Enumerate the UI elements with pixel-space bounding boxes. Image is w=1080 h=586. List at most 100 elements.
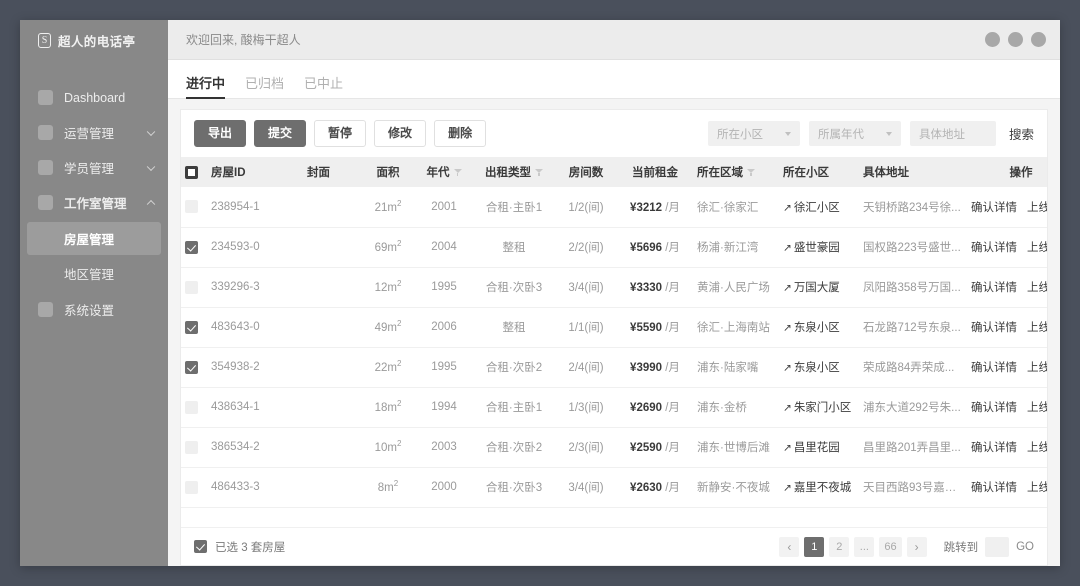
col-region[interactable]: 所在区域 bbox=[693, 157, 779, 187]
era-select-value: 所属年代 bbox=[817, 128, 864, 141]
sidebar-item-label: 工作室管理 bbox=[64, 197, 127, 211]
cell-current-rent: ¥3212 /月 bbox=[617, 187, 693, 228]
confirm-details-link: 确认详情 bbox=[971, 482, 1017, 494]
cell-area: 12m2 bbox=[361, 267, 415, 308]
submit-button[interactable]: 提交 bbox=[254, 120, 307, 147]
table-row[interactable]: 386534-2 10m2 2003 合租·次卧2 2/3(间) ¥2590 /月 浦东·世… bbox=[181, 427, 1047, 468]
cell-room-count: 2/4(间) bbox=[555, 347, 617, 388]
row-checkbox[interactable] bbox=[185, 200, 198, 214]
sidebar-item-studio[interactable]: 工作室管理 bbox=[20, 185, 168, 220]
row-checkbox[interactable] bbox=[185, 280, 198, 294]
row-checkbox[interactable] bbox=[185, 480, 198, 494]
search-button[interactable]: 搜索 bbox=[1009, 124, 1034, 143]
sidebar-item-operations[interactable]: 运营管理 bbox=[20, 115, 168, 150]
community-select[interactable]: 所在小区 bbox=[707, 121, 800, 146]
square-icon bbox=[38, 302, 53, 317]
prev-page-button[interactable]: ‹ bbox=[779, 536, 800, 557]
page-button-1[interactable]: 1 bbox=[804, 536, 825, 557]
row-checkbox[interactable] bbox=[185, 440, 198, 454]
cell-operations: 确认详情上线房屋 bbox=[965, 267, 1047, 308]
table-row[interactable]: 486433-3 8m2 2000 合租·次卧3 3/4(间) ¥2630 /月 新静安·不… bbox=[181, 467, 1047, 508]
chevron-down-icon bbox=[146, 162, 156, 171]
cell-address: 天钥桥路234号徐... bbox=[859, 187, 965, 228]
sidebar-item-settings[interactable]: 系统设置 bbox=[20, 292, 168, 327]
window-dot-icon[interactable] bbox=[1008, 32, 1023, 47]
cell-house-id: 483643-0 bbox=[207, 307, 303, 348]
tab-in-progress[interactable]: 进行中 bbox=[186, 73, 226, 99]
row-checkbox[interactable] bbox=[185, 320, 198, 334]
page-button-2[interactable]: 2 bbox=[829, 536, 850, 557]
row-checkbox[interactable] bbox=[185, 400, 198, 414]
table-row[interactable]: 354938-2 22m2 1995 合租·次卧2 2/4(间) ¥3990 /月 浦东·陆… bbox=[181, 347, 1047, 388]
export-button[interactable]: 导出 bbox=[194, 120, 247, 147]
cell-community[interactable]: ↗ 昌里花园 bbox=[779, 427, 859, 468]
confirm-details-link: 确认详情 bbox=[971, 322, 1017, 334]
cell-area: 18m2 bbox=[361, 387, 415, 428]
cell-community[interactable]: ↗ 东泉小区 bbox=[779, 307, 859, 348]
page-button-66[interactable]: 66 bbox=[879, 536, 902, 557]
sidebar-subitem-house-management[interactable]: 房屋管理 bbox=[27, 222, 161, 255]
sidebar-item-students[interactable]: 学员管理 bbox=[20, 150, 168, 185]
col-house-id[interactable]: 房屋ID bbox=[207, 157, 303, 187]
cell-year: 1994 bbox=[415, 387, 473, 428]
tab-terminated[interactable]: 已中止 bbox=[304, 73, 343, 98]
house-table: 房屋ID 封面 面积 年代 出租类型 房间数 当前租金 所在区域 所在小区 具体… bbox=[181, 157, 1047, 508]
pause-button[interactable]: 暂停 bbox=[314, 120, 367, 147]
table-row[interactable]: 238954-1 21m2 2001 合租·主卧1 1/2(间) ¥3212 /月 徐汇·徐… bbox=[181, 187, 1047, 228]
cell-region: 徐汇·徐家汇 bbox=[693, 187, 779, 228]
cell-rent-type: 合租·次卧2 bbox=[473, 347, 555, 388]
era-select[interactable]: 所属年代 bbox=[808, 121, 901, 146]
filter-icon[interactable] bbox=[453, 169, 462, 177]
selection-checkbox[interactable] bbox=[194, 540, 207, 553]
sidebar-subitem-label: 地区管理 bbox=[64, 268, 115, 282]
row-checkbox[interactable] bbox=[185, 240, 198, 254]
cell-rent-type: 合租·次卧2 bbox=[473, 427, 555, 468]
cell-area: 69m2 bbox=[361, 227, 415, 268]
table-row[interactable]: 438634-1 18m2 1994 合租·主卧1 1/3(间) ¥2690 /月 浦东·金… bbox=[181, 387, 1047, 428]
brand-name: 超人的电话亭 bbox=[58, 34, 136, 49]
chevron-down-icon bbox=[784, 131, 791, 136]
window-dot-icon[interactable] bbox=[985, 32, 1000, 47]
delete-button[interactable]: 删除 bbox=[434, 120, 487, 147]
sidebar-subitem-region-management[interactable]: 地区管理 bbox=[27, 257, 161, 290]
window-dot-icon[interactable] bbox=[1031, 32, 1046, 47]
table-header-row: 房屋ID 封面 面积 年代 出租类型 房间数 当前租金 所在区域 所在小区 具体… bbox=[181, 157, 1047, 187]
cell-rent-type: 合租·主卧1 bbox=[473, 187, 555, 228]
cell-current-rent: ¥5696 /月 bbox=[617, 227, 693, 268]
cell-community[interactable]: ↗ 徐汇小区 bbox=[779, 187, 859, 228]
cell-community[interactable]: ↗ 嘉里不夜城 bbox=[779, 467, 859, 508]
select-all-checkbox[interactable] bbox=[185, 165, 198, 179]
cell-address: 荣成路84弄荣成... bbox=[859, 347, 965, 388]
sidebar-item-dashboard[interactable]: Dashboard bbox=[20, 80, 168, 115]
go-button[interactable]: GO bbox=[1016, 541, 1034, 553]
address-input[interactable]: 具体地址 bbox=[909, 121, 996, 146]
next-page-button[interactable]: › bbox=[906, 536, 927, 557]
publish-house-link: 上线房屋 bbox=[1027, 362, 1047, 374]
row-checkbox[interactable] bbox=[185, 360, 198, 374]
table-row[interactable]: 339296-3 12m2 1995 合租·次卧3 3/4(间) ¥3330 /月 黄浦·人… bbox=[181, 267, 1047, 308]
col-year[interactable]: 年代 bbox=[415, 157, 473, 187]
cell-community[interactable]: ↗ 东泉小区 bbox=[779, 347, 859, 388]
jump-input[interactable] bbox=[985, 536, 1010, 557]
arrow-up-right-icon: ↗ bbox=[783, 362, 792, 374]
app-logo-icon bbox=[38, 32, 51, 49]
filter-icon[interactable] bbox=[747, 169, 755, 177]
cell-operations: 确认详情上线房屋 bbox=[965, 467, 1047, 508]
cell-operations: 确认详情上线房屋 bbox=[965, 427, 1047, 468]
edit-button[interactable]: 修改 bbox=[374, 120, 427, 147]
chevron-up-icon bbox=[146, 199, 156, 208]
cell-community[interactable]: ↗ 朱家门小区 bbox=[779, 387, 859, 428]
row-select-cell bbox=[181, 427, 207, 468]
tab-archived[interactable]: 已归档 bbox=[245, 73, 284, 98]
cell-house-id: 234593-0 bbox=[207, 227, 303, 268]
table-row[interactable]: 483643-0 49m2 2006 整租 1/1(间) ¥5590 /月 徐汇·上海南站 ↗… bbox=[181, 307, 1047, 348]
table-row[interactable]: 234593-0 69m2 2004 整租 2/2(间) ¥5696 /月 杨浦·新江湾 ↗ 盛… bbox=[181, 227, 1047, 268]
page-ellipsis: ... bbox=[854, 536, 875, 557]
col-rent-type[interactable]: 出租类型 bbox=[473, 157, 555, 187]
filter-icon[interactable] bbox=[535, 169, 543, 177]
cell-house-id: 386534-2 bbox=[207, 427, 303, 468]
cell-community[interactable]: ↗ 盛世豪园 bbox=[779, 227, 859, 268]
tab-bar: 进行中 已归档 已中止 bbox=[168, 60, 1060, 99]
cell-community[interactable]: ↗ 万国大厦 bbox=[779, 267, 859, 308]
row-select-cell bbox=[181, 267, 207, 308]
